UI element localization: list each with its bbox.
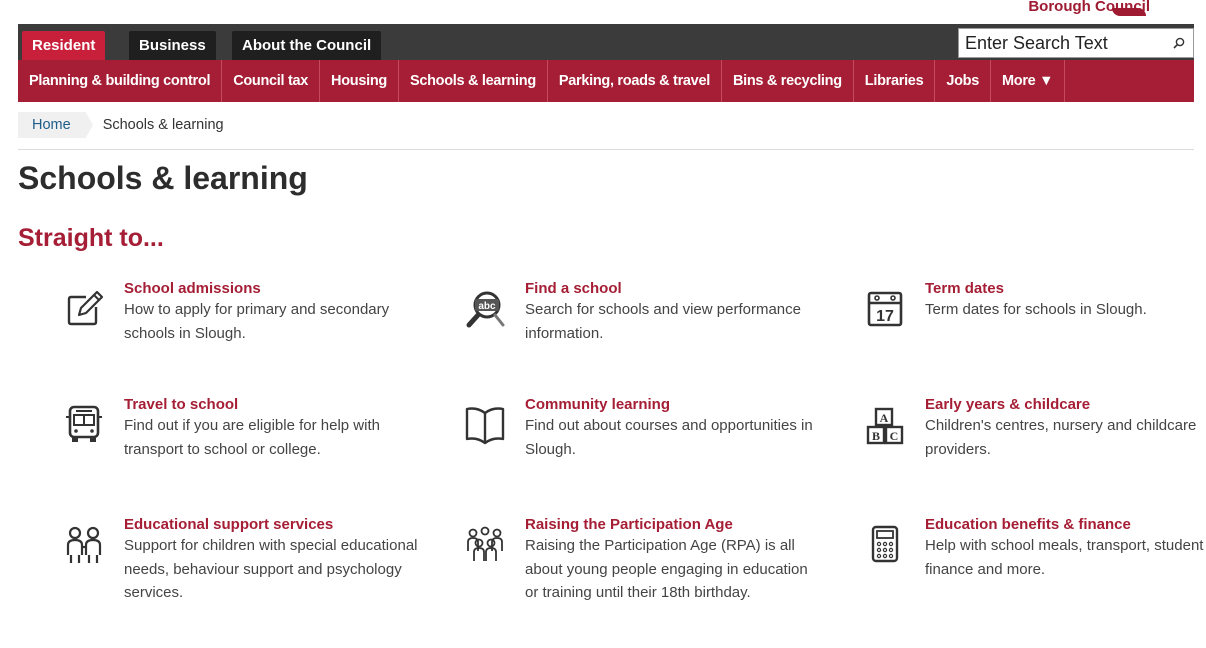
search-box — [958, 28, 1194, 58]
section-navigation: Planning & building control Council tax … — [18, 60, 1194, 102]
search-icon[interactable] — [1173, 37, 1185, 49]
nav-schools-learning[interactable]: Schools & learning — [399, 60, 548, 102]
calendar-icon: 17 — [867, 291, 903, 327]
item-title[interactable]: Find a school — [525, 279, 825, 298]
magnifier-abc-icon: abc — [466, 291, 505, 328]
top-navigation: Resident Business About the Council — [18, 24, 1194, 60]
link-card-community-learning: Community learning Find out about course… — [465, 395, 825, 461]
item-description: Search for schools and view performance … — [525, 301, 801, 342]
item-description: Find out about courses and opportunities… — [525, 417, 813, 458]
item-title[interactable]: Travel to school — [124, 395, 424, 414]
link-card-school-admissions: School admissions How to apply for prima… — [67, 279, 424, 345]
svg-text:abc: abc — [478, 301, 496, 312]
item-description: How to apply for primary and secondary s… — [124, 301, 390, 342]
tab-business[interactable]: Business — [129, 31, 216, 60]
link-card-find-a-school: abc Find a school Search for schools and… — [466, 279, 825, 345]
nav-housing[interactable]: Housing — [320, 60, 399, 102]
open-book-icon — [465, 407, 505, 445]
item-description: Support for children with special educat… — [124, 537, 418, 601]
calculator-icon — [871, 525, 899, 563]
item-title[interactable]: Community learning — [525, 395, 825, 414]
calendar-day: 17 — [876, 308, 894, 325]
link-card-education-benefits: Education benefits & finance Help with s… — [871, 515, 1206, 581]
nav-libraries[interactable]: Libraries — [854, 60, 936, 102]
nav-bins-recycling[interactable]: Bins & recycling — [722, 60, 854, 102]
breadcrumb-current: Schools & learning — [102, 117, 224, 133]
bus-icon — [66, 405, 102, 442]
item-title[interactable]: Early years & childcare — [925, 395, 1206, 414]
tab-about-the-council[interactable]: About the Council — [232, 31, 382, 60]
search-input[interactable] — [959, 29, 1171, 57]
abc-blocks-icon: A B C — [866, 407, 904, 445]
item-title[interactable]: Educational support services — [124, 515, 424, 534]
logo-swoosh — [1112, 8, 1146, 16]
breadcrumb-separator — [84, 111, 93, 139]
item-title[interactable]: Raising the Participation Age — [525, 515, 825, 534]
block-letter: B — [872, 429, 880, 443]
item-description: Help with school meals, transport, stude… — [925, 537, 1204, 578]
item-title[interactable]: School admissions — [124, 279, 424, 298]
block-letter: A — [880, 411, 889, 425]
pencil-edit-icon — [67, 290, 104, 326]
item-description: Find out if you are eligible for help wi… — [124, 417, 380, 458]
breadcrumb-home[interactable]: Home — [18, 112, 85, 138]
page-title: Schools & learning — [18, 160, 308, 196]
item-title[interactable]: Education benefits & finance — [925, 515, 1206, 534]
nav-council-tax[interactable]: Council tax — [222, 60, 321, 102]
item-title[interactable]: Term dates — [925, 279, 1206, 298]
nav-planning[interactable]: Planning & building control — [18, 60, 223, 102]
block-letter: C — [890, 429, 899, 443]
people-group-icon — [467, 526, 503, 561]
breadcrumb: Home Schools & learning — [18, 111, 224, 139]
nav-more[interactable]: More ▼ — [991, 60, 1066, 102]
people-pair-icon — [66, 526, 102, 563]
item-description: Term dates for schools in Slough. — [925, 301, 1147, 318]
divider — [18, 149, 1194, 150]
tab-resident[interactable]: Resident — [22, 31, 106, 60]
link-card-travel-to-school: Travel to school Find out if you are eli… — [66, 395, 424, 461]
nav-parking-roads-travel[interactable]: Parking, roads & travel — [548, 60, 722, 102]
nav-jobs[interactable]: Jobs — [935, 60, 991, 102]
link-card-early-years: A B C Early years & childcare Children's… — [866, 395, 1206, 461]
item-description: Raising the Participation Age (RPA) is a… — [525, 537, 808, 601]
section-title: Straight to... — [18, 224, 164, 252]
site-logo-strip: Borough Council — [0, 0, 1206, 24]
link-card-raising-participation-age: Raising the Participation Age Raising th… — [467, 515, 825, 605]
link-card-educational-support: Educational support services Support for… — [66, 515, 424, 605]
link-card-term-dates: 17 Term dates Term dates for schools in … — [867, 279, 1206, 327]
item-description: Children's centres, nursery and childcar… — [925, 417, 1197, 458]
